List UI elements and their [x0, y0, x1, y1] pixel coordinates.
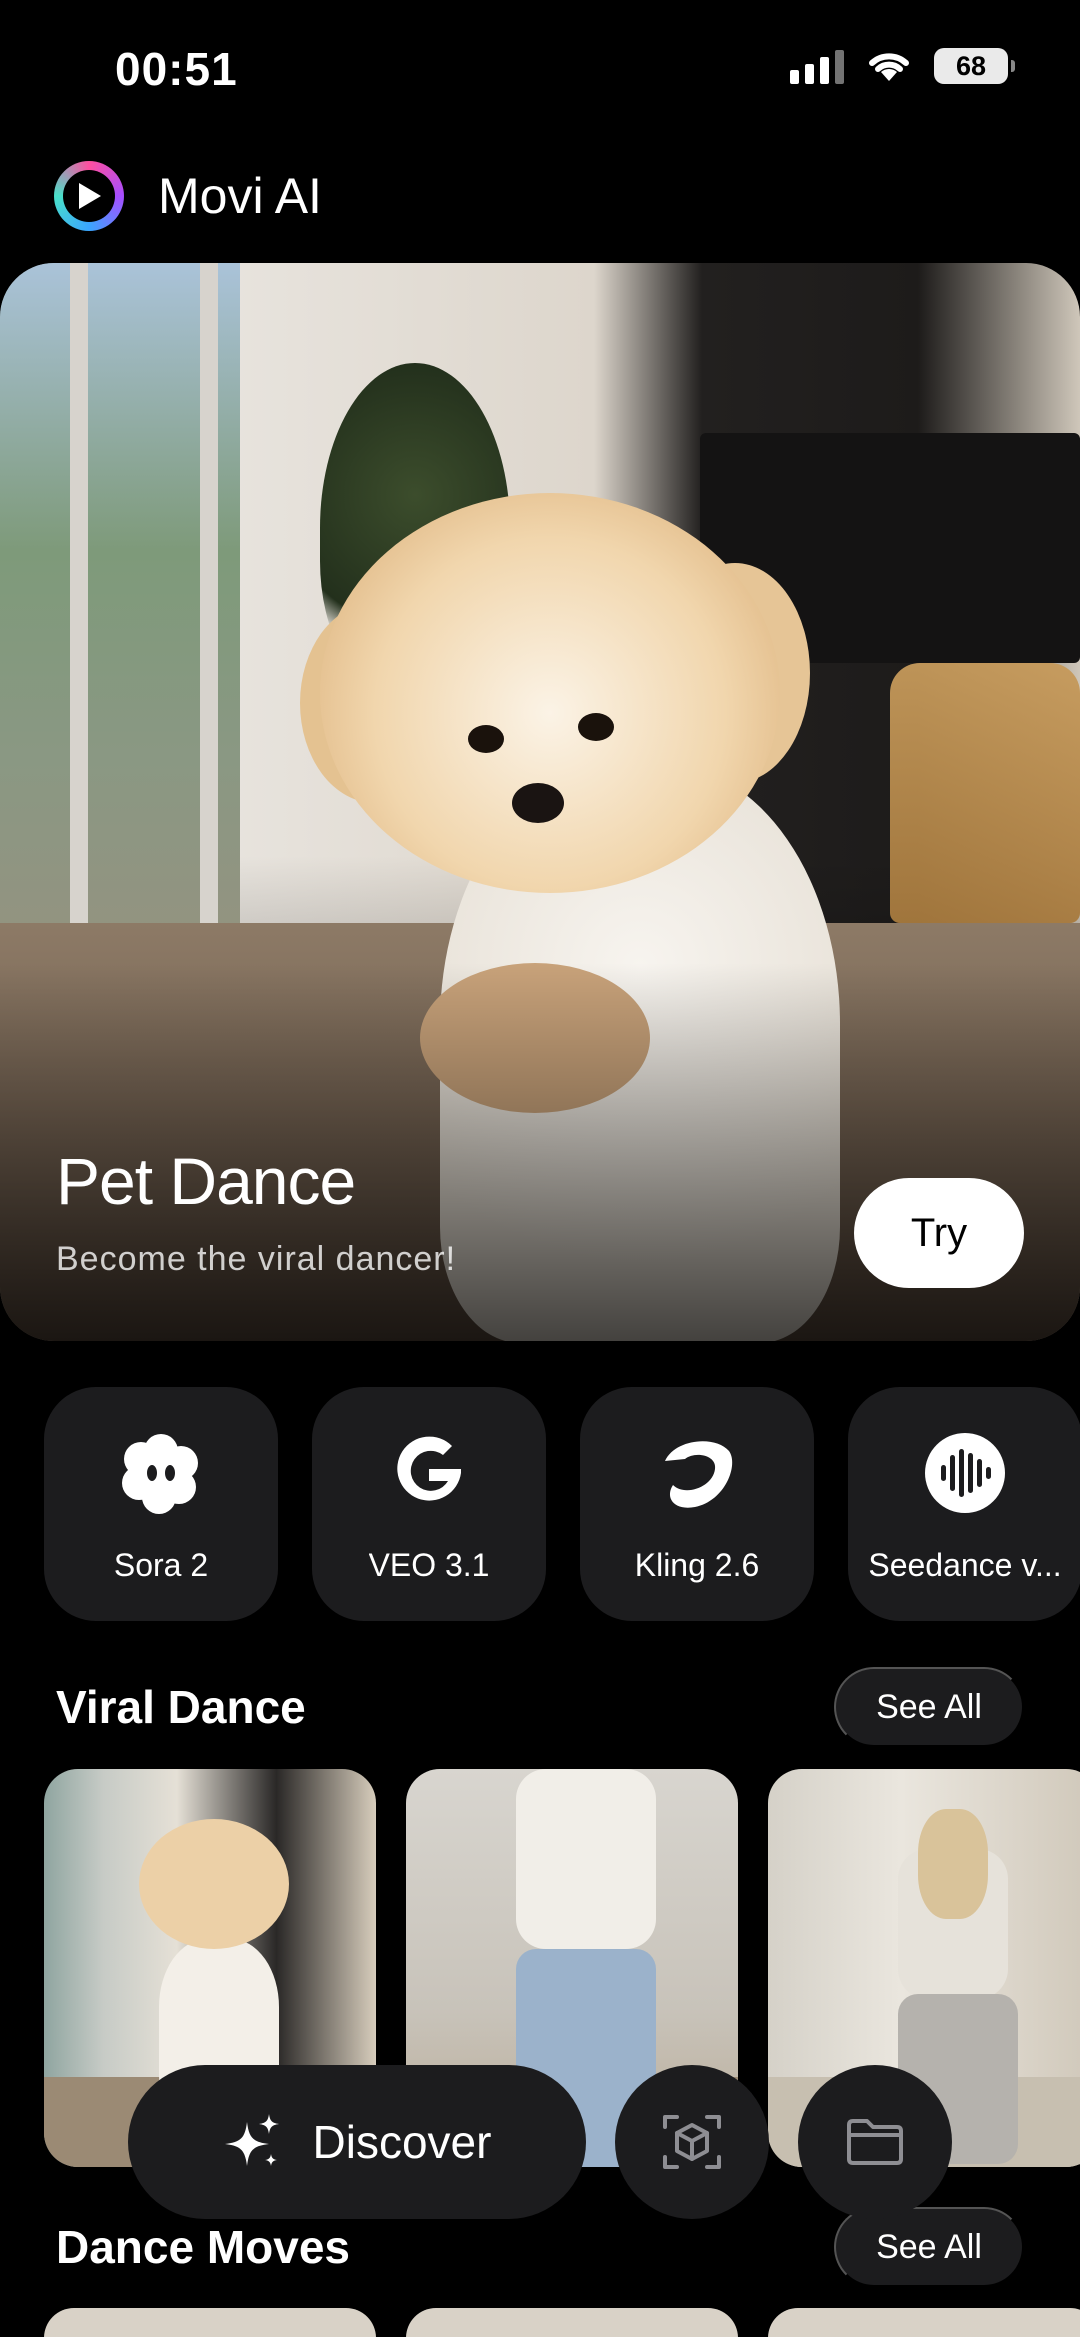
- model-label: Sora 2: [113, 1547, 209, 1583]
- library-tab-button[interactable]: [798, 2065, 952, 2219]
- try-button[interactable]: Try: [854, 1178, 1024, 1288]
- hero-image-chair: [890, 663, 1080, 923]
- section-title-viral-dance: Viral Dance: [56, 1681, 306, 1733]
- sparkle-icon: [224, 2114, 279, 2166]
- video-thumbnail[interactable]: [44, 2308, 376, 2337]
- hero-image-dog-eye: [468, 725, 504, 753]
- hero-image-dog-nose: [512, 783, 564, 823]
- cube-scan-icon: [663, 2115, 721, 2169]
- model-list: Sora 2 VEO 3.1 Kling 2.6 Seedance v...: [44, 1387, 1080, 1621]
- status-time: 00:51: [115, 43, 238, 95]
- folder-icon: [847, 2119, 903, 2165]
- app-screen: 00:51 68 Movi AI Pet Dance Become the vi…: [0, 0, 1080, 2337]
- section-title-dance-moves: Dance Moves: [56, 2221, 351, 2273]
- hero-subtitle: Become the viral dancer!: [56, 1240, 457, 1278]
- status-icons: 68: [790, 48, 1015, 84]
- battery-indicator: 68: [934, 48, 1015, 84]
- status-bar: 00:51 68: [0, 0, 1080, 140]
- model-chip-seedance[interactable]: Seedance v...: [848, 1387, 1080, 1621]
- wifi-icon: [869, 53, 909, 81]
- hero-title: Pet Dance: [56, 1144, 356, 1218]
- model-chip-kling[interactable]: Kling 2.6: [580, 1387, 814, 1621]
- discover-tab-label: Discover: [312, 2116, 492, 2168]
- video-thumbnail[interactable]: [768, 2308, 1080, 2337]
- hero-banner[interactable]: Pet Dance Become the viral dancer! Try: [0, 263, 1080, 1341]
- app-title: Movi AI: [158, 168, 322, 224]
- kling-icon: [655, 1431, 739, 1515]
- discover-tab-button[interactable]: Discover: [128, 2065, 586, 2219]
- google-icon: [387, 1431, 471, 1515]
- hero-image-dog-head: [320, 493, 780, 893]
- model-label: Seedance v...: [868, 1547, 1062, 1583]
- sora-icon: [119, 1431, 203, 1515]
- video-thumbnail[interactable]: [406, 2308, 738, 2337]
- hero-image-dog-eye: [578, 713, 614, 741]
- cellular-signal-icon: [790, 48, 844, 84]
- see-all-dance-moves-button[interactable]: See All: [834, 2207, 1024, 2287]
- app-header: Movi AI: [54, 160, 322, 232]
- app-logo-icon: [54, 161, 124, 231]
- model-label: VEO 3.1: [368, 1547, 490, 1583]
- model-chip-veo[interactable]: VEO 3.1: [312, 1387, 546, 1621]
- seedance-icon: [923, 1431, 1007, 1515]
- model-chip-sora[interactable]: Sora 2: [44, 1387, 278, 1621]
- see-all-viral-dance-button[interactable]: See All: [834, 1667, 1024, 1747]
- create-tab-button[interactable]: [615, 2065, 769, 2219]
- model-label: Kling 2.6: [634, 1547, 760, 1583]
